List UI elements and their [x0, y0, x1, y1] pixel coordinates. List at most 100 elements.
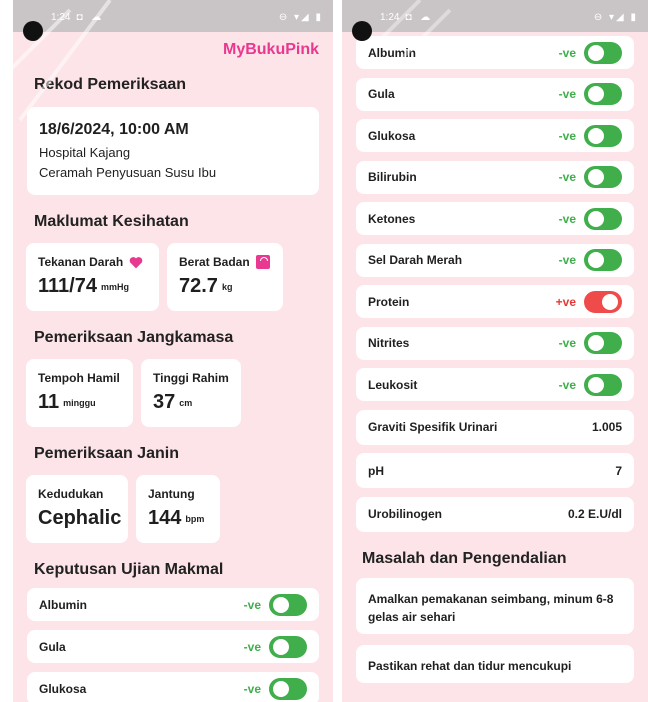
lab-value: 7: [615, 463, 622, 478]
lab-toggle[interactable]: [584, 207, 622, 230]
lab-name: Leukosit: [368, 377, 418, 392]
lab-row[interactable]: Glukosa -ve: [27, 672, 319, 702]
blood-pressure-value-row: 111/74 mmHg: [38, 275, 147, 298]
lab-result: -ve: [558, 377, 576, 392]
app-header: MyBukuPink: [13, 32, 333, 66]
lab-result: -ve: [558, 87, 576, 101]
visit-activity: Ceramah Penyusuan Susu Ibu: [39, 165, 217, 180]
lab-toggle[interactable]: [584, 166, 622, 188]
note-card[interactable]: Amalkan pemakanan seimbang, minum 6-8 ge…: [356, 577, 634, 634]
lab-row[interactable]: Sel Darah Merah -ve: [356, 243, 634, 277]
lab-toggle[interactable]: [269, 593, 307, 616]
lab-result: -ve: [243, 639, 261, 654]
fundal-height-value-row: 37 cm: [153, 391, 229, 414]
heart-icon: [129, 256, 143, 268]
lab-toggle[interactable]: [584, 332, 622, 354]
lab-value-row[interactable]: Urobilinogen 0.2 E.U/dl: [356, 496, 634, 532]
lab-row[interactable]: Albumin -ve: [356, 36, 634, 69]
lab-name: Albumin: [39, 597, 87, 612]
lab-toggle[interactable]: [584, 83, 622, 105]
lab-name: Albumin: [368, 45, 416, 60]
lab-result: -ve: [558, 170, 576, 184]
lab-name: Sel Darah Merah: [368, 253, 463, 267]
toggle-knob: [588, 335, 604, 351]
term-tiles: Tempoh Hamil 11 minggu Tinggi Rahim 37 cm: [13, 359, 333, 427]
lab-result: +ve: [555, 294, 576, 309]
note-card[interactable]: Pastikan rehat dan tidur mencukupi: [356, 644, 634, 683]
lab-name: Glukosa: [39, 681, 87, 696]
lab-result: -ve: [558, 128, 576, 143]
gestation-tile[interactable]: Tempoh Hamil 11 minggu: [26, 359, 133, 427]
fetus-tiles: Kedudukan Cephalic Jantung 144 bpm: [13, 475, 333, 543]
lab-row[interactable]: Leukosit -ve: [356, 368, 634, 401]
weight-value-row: 72.7 kg: [179, 275, 271, 298]
fetal-heart-tile[interactable]: Jantung 144 bpm: [136, 475, 220, 543]
status-notification-icons: ◘ ☁: [76, 11, 105, 23]
status-notification-icons: ◘ ☁: [405, 11, 434, 23]
fundal-height-tile[interactable]: Tinggi Rahim 37 cm: [141, 359, 241, 427]
fetal-heart-value-row: 144 bpm: [148, 507, 208, 530]
lab-result: -ve: [558, 45, 576, 60]
visit-card[interactable]: 18/6/2024, 10:00 AM Hospital Kajang Cera…: [27, 107, 319, 195]
weight-unit: kg: [221, 281, 233, 292]
gestation-label: Tempoh Hamil: [38, 371, 120, 385]
status-bar: 1:24 ◘ ☁ ⊖ ▾◢ ▮: [13, 0, 333, 32]
visit-datetime: 18/6/2024, 10:00 AM: [39, 121, 189, 138]
weight-label: Berat Badan: [179, 255, 250, 269]
blood-pressure-tile[interactable]: Tekanan Darah 111/74 mmHg: [26, 243, 159, 311]
lab-value-row[interactable]: pH 7: [356, 453, 634, 488]
status-system-icons: ⊖ ▾◢ ▮: [278, 11, 323, 23]
lab-list-right: Albumin -ve Gula -ve Glukosa -ve Bilirubin -ve K…: [342, 32, 648, 532]
blood-pressure-value: 111/74: [38, 275, 97, 297]
lab-row[interactable]: Gula -ve: [356, 77, 634, 111]
toggle-knob: [602, 293, 618, 310]
fundal-height-label: Tinggi Rahim: [153, 371, 229, 385]
toggle-knob: [588, 169, 604, 185]
lab-name: Protein: [368, 294, 410, 309]
weight-label-row: Berat Badan: [179, 255, 271, 269]
lab-toggle[interactable]: [584, 124, 622, 147]
notes-list: Amalkan pemakanan seimbang, minum 6-8 ge…: [342, 568, 648, 683]
toggle-knob: [588, 127, 604, 144]
section-title-masalah: Masalah dan Pengendalian: [362, 549, 567, 567]
section-title-jangkamasa: Pemeriksaan Jangkamasa: [34, 329, 234, 346]
blood-pressure-unit: mmHg: [100, 281, 129, 292]
lab-row[interactable]: Ketones -ve: [356, 202, 634, 235]
lab-row[interactable]: Nitrites -ve: [356, 326, 634, 360]
gestation-value: 11: [38, 391, 60, 413]
fetal-position-tile[interactable]: Kedudukan Cephalic: [26, 475, 128, 543]
lab-toggle[interactable]: [584, 290, 622, 313]
section-title-rekod: Rekod Pemeriksaan: [34, 76, 187, 93]
fundal-height-unit: cm: [179, 397, 193, 408]
toggle-knob: [588, 210, 604, 227]
lab-name: Ketones: [368, 211, 416, 226]
lab-row[interactable]: Gula -ve: [27, 630, 319, 663]
lab-value: 1.005: [591, 420, 622, 434]
lab-name: Glukosa: [368, 128, 416, 143]
lab-toggle[interactable]: [584, 41, 622, 64]
section-title-janin: Pemeriksaan Janin: [34, 445, 179, 462]
lab-row[interactable]: Protein +ve: [356, 285, 634, 318]
lab-toggle[interactable]: [584, 373, 622, 396]
toggle-knob: [588, 376, 604, 393]
left-screen: 1:24 ◘ ☁ ⊖ ▾◢ ▮ MyBukuPink Rekod Pemerik…: [13, 0, 333, 702]
status-system-icons: ⊖ ▾◢ ▮: [593, 11, 638, 23]
health-tiles: Tekanan Darah 111/74 mmHg Berat Badan 72.…: [13, 243, 333, 311]
lab-toggle[interactable]: [269, 635, 307, 658]
blood-pressure-label: Tekanan Darah: [38, 255, 124, 269]
lab-name: Gula: [368, 87, 395, 101]
weight-tile[interactable]: Berat Badan 72.7 kg: [167, 243, 283, 311]
section-title-makmal: Keputusan Ujian Makmal: [34, 561, 224, 578]
lab-row[interactable]: Albumin -ve: [27, 588, 319, 621]
toggle-knob: [273, 596, 289, 613]
lab-toggle[interactable]: [584, 249, 622, 271]
app-logo: MyBukuPink: [222, 41, 319, 58]
lab-value-row[interactable]: Graviti Spesifik Urinari 1.005: [356, 409, 634, 445]
lab-row[interactable]: Glukosa -ve: [356, 119, 634, 152]
fetal-position-label: Kedudukan: [38, 487, 104, 501]
lab-toggle[interactable]: [269, 677, 307, 700]
lab-name: Gula: [39, 639, 66, 654]
status-bar: 1:24 ◘ ☁ ⊖ ▾◢ ▮: [342, 0, 648, 32]
lab-row[interactable]: Bilirubin -ve: [356, 160, 634, 194]
lab-result: -ve: [243, 597, 261, 612]
